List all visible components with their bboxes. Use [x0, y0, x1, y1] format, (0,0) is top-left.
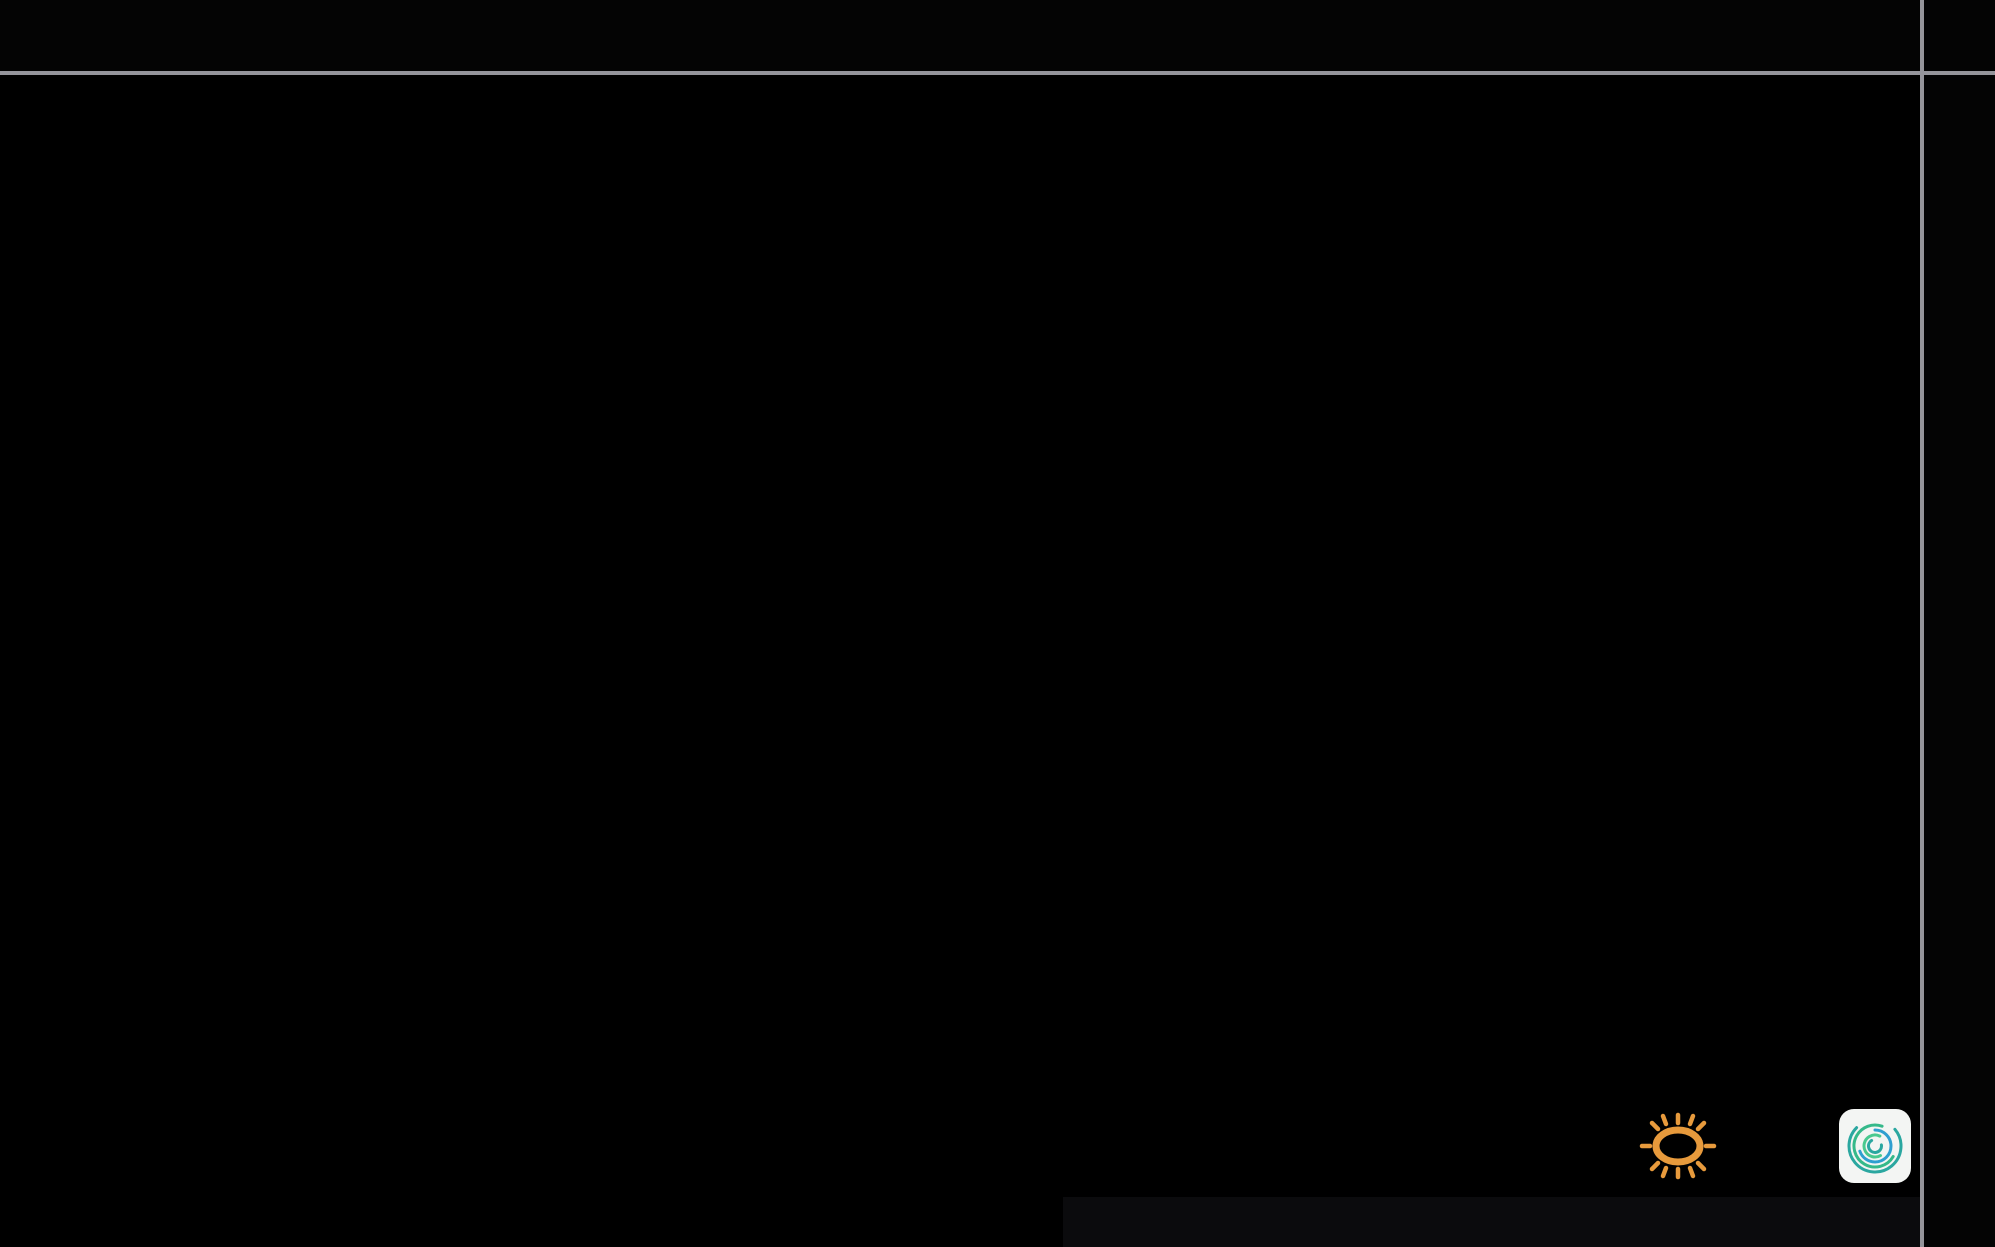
radar-composite-screen	[0, 0, 1995, 1247]
hungary-radar-map	[0, 75, 1920, 1247]
dbz-legend	[1063, 1197, 1920, 1247]
right-profile-panel	[1924, 75, 1995, 1247]
map-panel	[0, 75, 1920, 1247]
top-profile-panel	[0, 0, 1920, 71]
horizontal-divider	[0, 71, 1995, 75]
metnet-logo	[1630, 1103, 1920, 1188]
vertical-divider	[1920, 0, 1924, 1247]
metnet-app-icon	[1839, 1109, 1911, 1183]
corner-axis-panel	[1924, 0, 1995, 71]
